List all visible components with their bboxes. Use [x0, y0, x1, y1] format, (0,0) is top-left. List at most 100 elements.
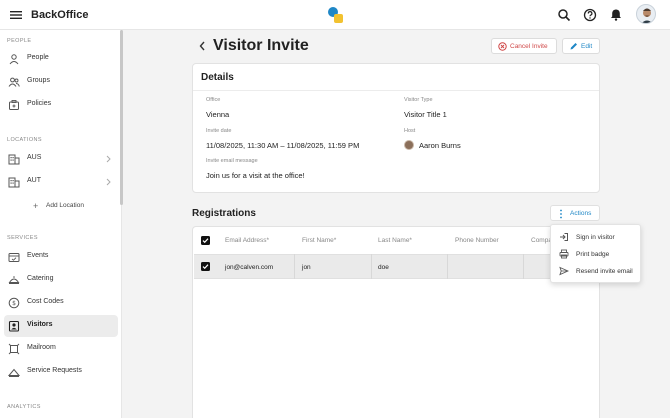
hamburger-menu-icon[interactable] [9, 8, 23, 22]
service-request-icon [8, 366, 20, 378]
select-all-checkbox[interactable] [201, 236, 210, 245]
column-header-email: Email Address* [225, 237, 270, 244]
sidebar-item-label: Policies [27, 100, 52, 107]
mailroom-icon [8, 343, 20, 355]
chevron-right-icon [105, 178, 112, 186]
sidebar-item-policies[interactable]: Policies [4, 94, 118, 116]
group-icon [8, 76, 20, 88]
host-label: Host [404, 128, 416, 134]
host-value: Aaron Burns [419, 141, 461, 150]
office-value: Vienna [206, 110, 230, 119]
sidebar-item-label: Mailroom [27, 344, 56, 351]
sidebar-item-label: Events [27, 252, 49, 259]
brand-logo-icon [325, 5, 345, 25]
sidebar-item-people[interactable]: People [4, 48, 118, 70]
building-icon [8, 153, 20, 165]
sidebar-item-label: AUT [27, 177, 41, 184]
visitor-type-value: Visitor Title 1 [404, 110, 447, 119]
top-bar: BackOffice [0, 0, 670, 30]
sidebar-item-label: Catering [27, 275, 54, 282]
send-icon [559, 266, 569, 276]
column-divider [523, 254, 524, 279]
menu-item-label: Print badge [576, 251, 610, 258]
cancel-invite-label: Cancel Invite [510, 43, 548, 50]
cancel-circle-icon [498, 42, 507, 51]
actions-menu: Sign in visitor Print badge Resend invit… [550, 224, 641, 283]
menu-item-print-badge[interactable]: Print badge [551, 246, 642, 263]
invite-message-label: Invite email message [206, 158, 258, 164]
sidebar-item-label: People [27, 54, 49, 61]
visitor-badge-icon [8, 320, 20, 332]
invite-date-label: Invite date [206, 128, 232, 134]
sidebar-item-events[interactable]: Events [4, 246, 118, 268]
details-title: Details [201, 72, 234, 83]
back-chevron-icon[interactable] [198, 40, 207, 52]
menu-item-sign-in-visitor[interactable]: Sign in visitor [551, 229, 642, 246]
add-location-label: Add Location [46, 202, 84, 209]
events-icon [8, 251, 20, 263]
person-icon [8, 53, 20, 65]
catering-icon [8, 274, 20, 286]
sidebar-item-catering[interactable]: Catering [4, 269, 118, 291]
registrations-title: Registrations [192, 208, 256, 219]
menu-item-label: Resend invite email [576, 268, 633, 275]
edit-label: Edit [581, 43, 593, 50]
column-header-first-name: First Name* [302, 237, 337, 244]
chevron-right-icon [105, 155, 112, 163]
section-title-people: PEOPLE [7, 38, 32, 44]
office-label: Office [206, 97, 221, 103]
menu-item-resend-invite-email[interactable]: Resend invite email [551, 263, 642, 280]
sidebar-item-groups[interactable]: Groups [4, 71, 118, 93]
section-title-services: SERVICES [7, 235, 38, 241]
printer-icon [559, 249, 569, 259]
registrations-table: Email Address* First Name* Last Name* Ph… [192, 226, 600, 418]
sidebar-scrollbar[interactable] [120, 30, 123, 205]
search-icon[interactable] [556, 7, 572, 23]
visitor-type-label: Visitor Type [404, 97, 433, 103]
pencil-icon [569, 42, 578, 51]
column-header-phone: Phone Number [455, 237, 499, 244]
cost-code-icon: $ [8, 297, 20, 309]
menu-item-label: Sign in visitor [576, 234, 615, 241]
column-header-last-name: Last Name* [378, 237, 412, 244]
section-title-analytics: ANALYTICS [7, 404, 41, 410]
host-avatar [404, 140, 414, 150]
help-icon[interactable] [582, 7, 598, 23]
svg-text:$: $ [12, 300, 16, 307]
column-divider [447, 254, 448, 279]
actions-button[interactable]: Actions [550, 205, 600, 221]
cell-email[interactable]: jon@calven.com [225, 264, 273, 271]
details-header: Details [193, 64, 599, 91]
notification-bell-icon[interactable] [608, 7, 624, 23]
sidebar-item-label: AUS [27, 154, 42, 161]
invite-message-value: Join us for a visit at the office! [206, 171, 305, 180]
building-icon [8, 176, 20, 188]
plus-icon: + [33, 201, 39, 211]
column-divider [294, 254, 295, 279]
cell-first-name[interactable]: jon [302, 264, 311, 271]
sign-in-icon [559, 232, 569, 242]
sidebar-item-label: Cost Codes [27, 298, 64, 305]
column-divider [371, 254, 372, 279]
sidebar-item-visitors[interactable]: Visitors [4, 315, 118, 337]
edit-button[interactable]: Edit [562, 38, 600, 54]
sidebar-item-cost-codes[interactable]: $ Cost Codes [4, 292, 118, 314]
sidebar-item-label: Visitors [27, 321, 53, 328]
cancel-invite-button[interactable]: Cancel Invite [491, 38, 557, 54]
more-vertical-icon [559, 209, 563, 219]
page-title: Visitor Invite [213, 37, 309, 54]
sidebar-item-service-requests[interactable]: Service Requests [4, 361, 118, 383]
sidebar-item-label: Service Requests [27, 367, 82, 374]
sidebar-item-aut[interactable]: AUT [4, 171, 118, 193]
sidebar-item-aus[interactable]: AUS [4, 148, 118, 170]
policy-icon [8, 99, 20, 111]
cell-last-name[interactable]: doe [378, 264, 389, 271]
user-avatar[interactable] [636, 4, 656, 24]
column-header-company: Compa [531, 237, 552, 244]
sidebar: PEOPLE People Groups Policies LOCATIONS … [0, 30, 122, 418]
actions-label: Actions [570, 210, 592, 217]
row-checkbox[interactable] [201, 262, 210, 271]
invite-date-value: 11/08/2025, 11:30 AM – 11/08/2025, 11:59… [206, 141, 360, 150]
app-title: BackOffice [31, 9, 89, 21]
sidebar-item-mailroom[interactable]: Mailroom [4, 338, 118, 360]
